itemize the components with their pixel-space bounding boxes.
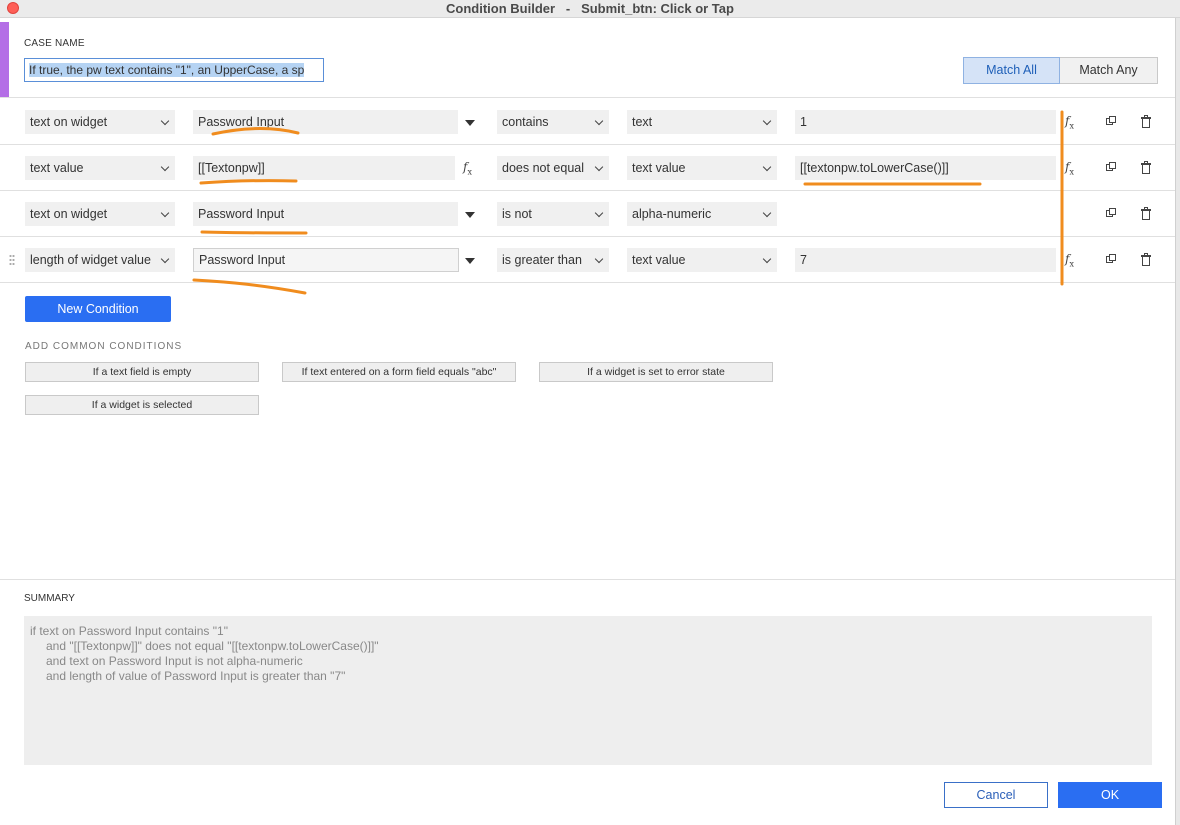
common-condition-error-state[interactable]: If a widget is set to error state xyxy=(539,362,773,382)
condition-4-type-select[interactable]: length of widget value xyxy=(25,248,175,272)
summary-line: and "[[Textonpw]]" does not equal "[[tex… xyxy=(46,639,379,653)
case-accent-bar xyxy=(0,22,9,97)
window-title: Condition Builder - Submit_btn: Click or… xyxy=(446,1,734,16)
chevron-down-icon xyxy=(160,208,170,218)
condition-1-comparator-select[interactable]: contains xyxy=(497,110,609,134)
condition-1-type-value: text on widget xyxy=(30,115,108,129)
condition-3-kind-select[interactable]: alpha-numeric xyxy=(627,202,777,226)
ok-button[interactable]: OK xyxy=(1058,782,1162,808)
condition-1-target-field[interactable]: Password Input xyxy=(193,110,458,134)
condition-2-comparator-select[interactable]: does not equal xyxy=(497,156,609,180)
chevron-down-icon xyxy=(160,254,170,264)
fx-icon[interactable]: fx xyxy=(463,160,472,176)
case-name-input[interactable]: If true, the pw text contains "1", an Up… xyxy=(24,58,324,82)
summary-line: and length of value of Password Input is… xyxy=(46,669,346,683)
chevron-down-icon xyxy=(594,208,604,218)
annotation-underline xyxy=(200,230,308,235)
new-condition-button[interactable]: New Condition xyxy=(25,296,171,322)
match-any-button[interactable]: Match Any xyxy=(1060,57,1158,84)
condition-3-target-field[interactable]: Password Input xyxy=(193,202,458,226)
condition-4-kind-value: text value xyxy=(632,253,686,267)
dropdown-triangle-icon[interactable] xyxy=(465,258,475,264)
chevron-down-icon xyxy=(594,254,604,264)
condition-2-comparator-value: does not equal xyxy=(502,161,585,175)
condition-2-kind-value: text value xyxy=(632,161,686,175)
condition-2-target-field[interactable]: [[Textonpw]] xyxy=(193,156,455,180)
condition-4-kind-select[interactable]: text value xyxy=(627,248,777,272)
divider xyxy=(0,144,1175,145)
summary-line: and text on Password Input is not alpha-… xyxy=(46,654,303,668)
condition-3-kind-value: alpha-numeric xyxy=(632,207,712,221)
fx-icon[interactable]: fx xyxy=(1065,114,1074,130)
condition-2-kind-select[interactable]: text value xyxy=(627,156,777,180)
condition-3-type-value: text on widget xyxy=(30,207,108,221)
chevron-down-icon xyxy=(160,162,170,172)
condition-2-type-select[interactable]: text value xyxy=(25,156,175,180)
condition-4-value-field[interactable]: 7 xyxy=(795,248,1056,272)
fx-icon[interactable]: fx xyxy=(1065,252,1074,268)
condition-2-type-value: text value xyxy=(30,161,84,175)
condition-1-type-select[interactable]: text on widget xyxy=(25,110,175,134)
common-condition-text-equals[interactable]: If text entered on a form field equals "… xyxy=(282,362,516,382)
condition-1-kind-select[interactable]: text xyxy=(627,110,777,134)
condition-2-value-field[interactable]: [[textonpw.toLowerCase()]] xyxy=(795,156,1056,180)
condition-4-comparator-select[interactable]: is greater than xyxy=(497,248,609,272)
summary-label: SUMMARY xyxy=(24,593,75,604)
cancel-button[interactable]: Cancel xyxy=(944,782,1048,808)
annotation-underline xyxy=(199,179,298,185)
condition-4-target-field[interactable]: Password Input xyxy=(193,248,459,272)
chevron-down-icon xyxy=(160,116,170,126)
condition-4-comparator-value: is greater than xyxy=(502,253,582,267)
chevron-down-icon xyxy=(762,162,772,172)
divider xyxy=(0,282,1175,283)
chevron-down-icon xyxy=(594,116,604,126)
summary-box: if text on Password Input contains "1" a… xyxy=(24,616,1152,765)
common-conditions-label: ADD COMMON CONDITIONS xyxy=(25,341,183,352)
divider xyxy=(0,190,1175,191)
window-titlebar: Condition Builder - Submit_btn: Click or… xyxy=(0,0,1180,18)
divider xyxy=(0,236,1175,237)
condition-3-type-select[interactable]: text on widget xyxy=(25,202,175,226)
case-name-label: CASE NAME xyxy=(24,38,85,49)
chevron-down-icon xyxy=(762,208,772,218)
divider xyxy=(0,579,1175,580)
common-condition-widget-selected[interactable]: If a widget is selected xyxy=(25,395,259,415)
window-edge xyxy=(1175,18,1180,825)
condition-1-kind-value: text xyxy=(632,115,653,129)
dropdown-triangle-icon[interactable] xyxy=(465,212,475,218)
chevron-down-icon xyxy=(594,162,604,172)
condition-3-comparator-select[interactable]: is not xyxy=(497,202,609,226)
condition-1-value-field[interactable]: 1 xyxy=(795,110,1056,134)
case-name-value: If true, the pw text contains "1", an Up… xyxy=(29,63,305,77)
match-all-button[interactable]: Match All xyxy=(963,57,1060,84)
divider xyxy=(0,97,1175,98)
condition-4-type-value: length of widget value xyxy=(30,253,151,267)
match-mode-toggle: Match All Match Any xyxy=(963,57,1158,84)
drag-handle-icon[interactable] xyxy=(9,254,15,266)
summary-line: if text on Password Input contains "1" xyxy=(30,624,228,638)
chevron-down-icon xyxy=(762,116,772,126)
common-condition-text-empty[interactable]: If a text field is empty xyxy=(25,362,259,382)
dropdown-triangle-icon[interactable] xyxy=(465,120,475,126)
chevron-down-icon xyxy=(762,254,772,264)
fx-icon[interactable]: fx xyxy=(1065,160,1074,176)
condition-3-comparator-value: is not xyxy=(502,207,532,221)
condition-1-comparator-value: contains xyxy=(502,115,549,129)
